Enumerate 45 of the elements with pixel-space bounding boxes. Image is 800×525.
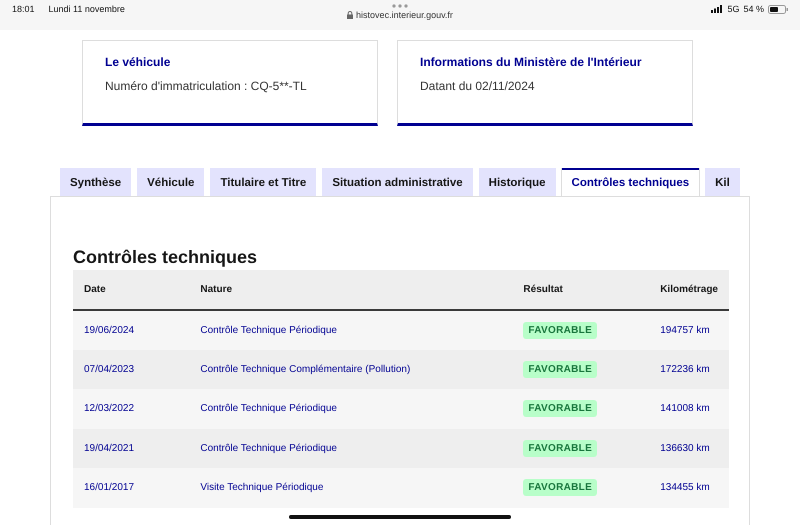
tab[interactable]: Historique xyxy=(478,168,556,196)
card-title: Le véhicule xyxy=(105,55,172,69)
date-link[interactable]: 12/03/2022 xyxy=(73,389,190,428)
battery-icon xyxy=(768,4,788,14)
tab[interactable]: Kil xyxy=(705,168,740,196)
tab[interactable]: Contrôles techniques xyxy=(562,168,700,196)
date-link[interactable]: 19/06/2024 xyxy=(73,310,190,350)
result-badge: FAVORABLE xyxy=(523,322,598,339)
card-text: Datant du 02/11/2024 xyxy=(420,79,536,93)
mileage-cell: 141008 km xyxy=(649,389,729,428)
battery-percent: 54 % xyxy=(743,4,764,14)
mileage-cell: 194757 km xyxy=(649,310,729,350)
column-header: Résultat xyxy=(512,270,650,310)
tab[interactable]: Synthèse xyxy=(60,168,132,196)
url-text[interactable]: histovec.interieur.gouv.fr xyxy=(356,10,453,20)
network-label: 5G xyxy=(727,4,740,14)
date-link[interactable]: 07/04/2023 xyxy=(73,350,190,389)
result-badge: FAVORABLE xyxy=(523,440,598,457)
signal-icon xyxy=(711,5,724,13)
lock-icon xyxy=(347,11,354,19)
column-header: Kilométrage xyxy=(649,270,729,310)
tab[interactable]: Situation administrative xyxy=(322,168,473,196)
clock-time: 18:01 xyxy=(12,4,35,14)
result-badge: FAVORABLE xyxy=(523,400,598,418)
column-header: Date xyxy=(73,270,190,310)
mileage-cell: 136630 km xyxy=(649,428,729,468)
date-link[interactable]: 16/01/2017 xyxy=(73,468,190,508)
card-text: Numéro d'immatriculation : CQ-5**-TL xyxy=(105,79,308,93)
date-link[interactable]: 19/04/2021 xyxy=(73,428,190,468)
mileage-cell: 134455 km xyxy=(649,468,729,508)
result-badge: FAVORABLE xyxy=(523,360,598,378)
nature-link[interactable]: Contrôle Technique Périodique xyxy=(189,310,512,350)
tab[interactable]: Titulaire et Titre xyxy=(210,168,316,196)
more-icon xyxy=(392,4,408,8)
nature-link[interactable]: Contrôle Technique Périodique xyxy=(189,428,512,468)
tab[interactable]: Véhicule xyxy=(137,168,204,196)
nature-link[interactable]: Contrôle Technique Périodique xyxy=(189,389,512,428)
nature-link[interactable]: Contrôle Technique Complémentaire (Pollution) xyxy=(189,350,512,389)
card-title: Informations du Ministère de l'Intérieur xyxy=(420,55,643,69)
column-header: Nature xyxy=(189,270,512,310)
status-date: Lundi 11 novembre xyxy=(48,4,125,14)
result-badge: FAVORABLE xyxy=(523,479,598,496)
mileage-cell: 172236 km xyxy=(649,350,729,389)
nature-link[interactable]: Visite Technique Périodique xyxy=(189,468,512,508)
section-title: Contrôles techniques xyxy=(73,247,258,268)
